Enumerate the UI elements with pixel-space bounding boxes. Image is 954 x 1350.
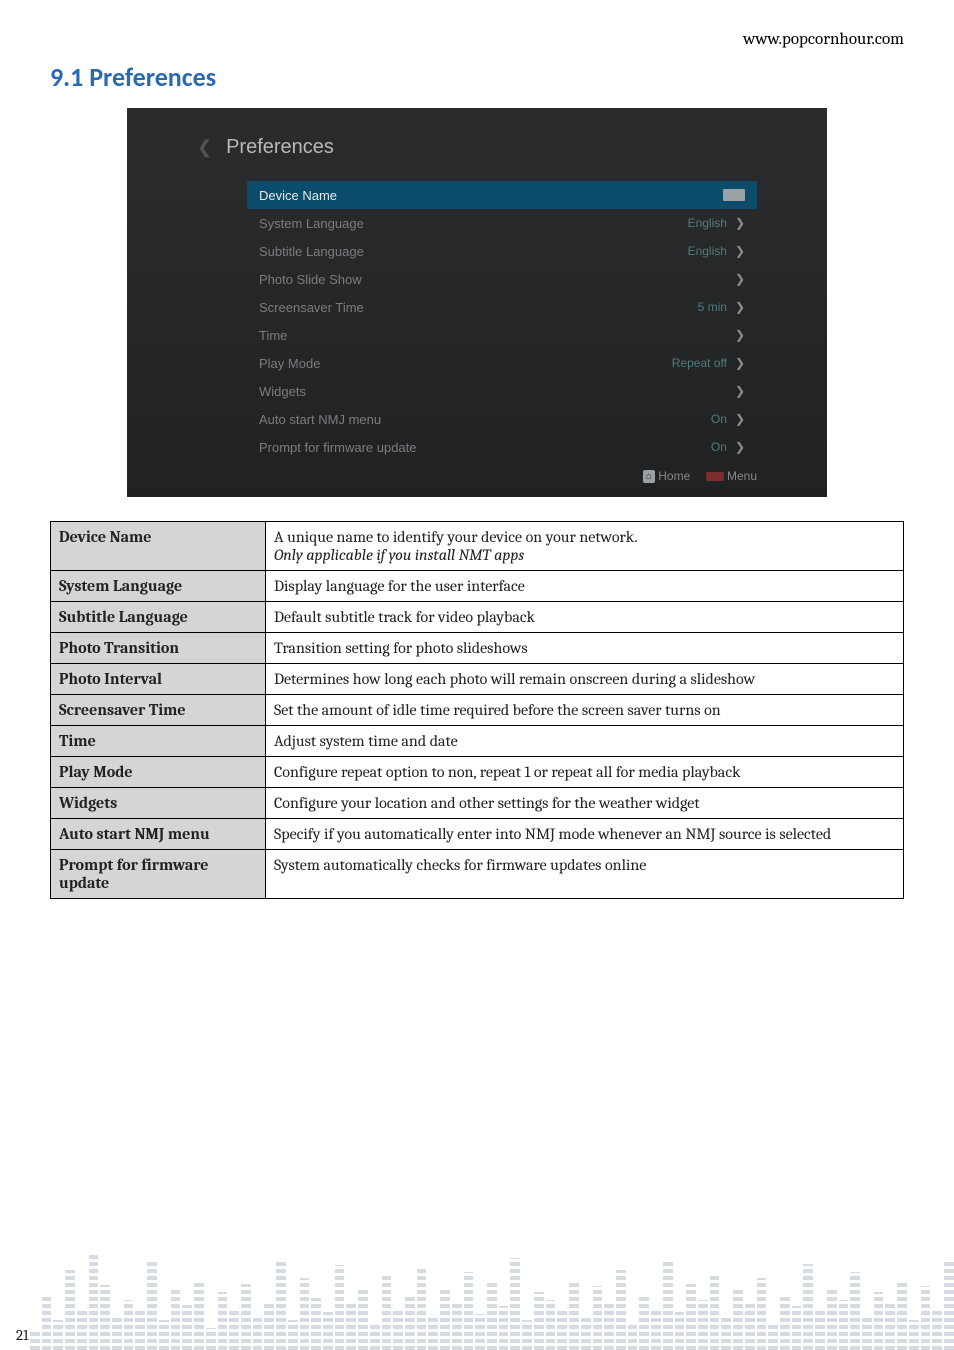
desc-cell: Specify if you automatically enter into …: [266, 819, 904, 850]
chevron-right-icon: ❯: [735, 328, 745, 342]
chevron-right-icon: ❯: [735, 244, 745, 258]
section-title: Preferences: [89, 61, 216, 93]
chevron-right-icon: ❯: [735, 440, 745, 454]
desc-cell: Configure repeat option to non, repeat 1…: [266, 757, 904, 788]
pref-value: English ❯: [688, 216, 745, 230]
desc-cell: Configure your location and other settin…: [266, 788, 904, 819]
table-row: Prompt for firmware update System automa…: [51, 850, 904, 899]
chevron-right-icon: ❯: [735, 216, 745, 230]
table-row: Device Name A unique name to identify yo…: [51, 522, 904, 571]
preferences-screenshot: ❮ Preferences Device Name System Languag…: [127, 108, 827, 497]
pref-value: 5 min ❯: [698, 300, 745, 314]
term-cell: Play Mode: [51, 757, 266, 788]
header-url: www.popcornhour.com: [50, 30, 904, 49]
pref-label: Auto start NMJ menu: [259, 412, 381, 427]
pref-value: Repeat off ❯: [672, 356, 745, 370]
screenshot-title: Preferences: [226, 136, 334, 159]
table-row: System Language Display language for the…: [51, 571, 904, 602]
back-icon[interactable]: ❮: [197, 137, 212, 158]
equalizer-bars: [30, 1230, 954, 1350]
pref-item-device-name[interactable]: Device Name: [247, 181, 757, 209]
pref-value: On ❯: [711, 440, 745, 454]
term-cell: Time: [51, 726, 266, 757]
pref-item-time[interactable]: Time ❯: [247, 321, 757, 349]
screenshot-footer: ⌂ Home Menu: [157, 461, 797, 485]
pref-label: Device Name: [259, 188, 337, 203]
table-row: Screensaver Time Set the amount of idle …: [51, 695, 904, 726]
pref-label: Subtitle Language: [259, 244, 364, 259]
pref-value: ❯: [735, 384, 745, 398]
table-row: Photo Interval Determines how long each …: [51, 664, 904, 695]
keyboard-icon: [723, 189, 745, 201]
desc-cell: Adjust system time and date: [266, 726, 904, 757]
pref-label: Screensaver Time: [259, 300, 364, 315]
pref-value: ❯: [735, 328, 745, 342]
desc-cell: Determines how long each photo will rema…: [266, 664, 904, 695]
pref-label: Photo Slide Show: [259, 272, 362, 287]
table-row: Photo Transition Transition setting for …: [51, 633, 904, 664]
table-row: Widgets Configure your location and othe…: [51, 788, 904, 819]
desc-cell: System automatically checks for firmware…: [266, 850, 904, 899]
section-number: 9.1: [50, 61, 83, 93]
chevron-right-icon: ❯: [735, 384, 745, 398]
pref-item-auto-start-nmj[interactable]: Auto start NMJ menu On ❯: [247, 405, 757, 433]
table-row: Auto start NMJ menu Specify if you autom…: [51, 819, 904, 850]
term-cell: System Language: [51, 571, 266, 602]
pref-value: [723, 189, 745, 201]
menu-icon: [706, 472, 724, 481]
term-cell: Photo Interval: [51, 664, 266, 695]
desc-cell: A unique name to identify your device on…: [266, 522, 904, 571]
term-cell: Auto start NMJ menu: [51, 819, 266, 850]
term-cell: Subtitle Language: [51, 602, 266, 633]
description-table: Device Name A unique name to identify yo…: [50, 521, 904, 899]
pref-item-photo-slide-show[interactable]: Photo Slide Show ❯: [247, 265, 757, 293]
pref-item-widgets[interactable]: Widgets ❯: [247, 377, 757, 405]
footer-home-label: Home: [658, 469, 690, 483]
table-row: Play Mode Configure repeat option to non…: [51, 757, 904, 788]
pref-label: Prompt for firmware update: [259, 440, 417, 455]
chevron-right-icon: ❯: [735, 356, 745, 370]
pref-value: On ❯: [711, 412, 745, 426]
term-cell: Photo Transition: [51, 633, 266, 664]
pref-item-prompt-firmware[interactable]: Prompt for firmware update On ❯: [247, 433, 757, 461]
chevron-right-icon: ❯: [735, 300, 745, 314]
term-cell: Screensaver Time: [51, 695, 266, 726]
pref-label: Time: [259, 328, 287, 343]
pref-item-system-language[interactable]: System Language English ❯: [247, 209, 757, 237]
desc-cell: Set the amount of idle time required bef…: [266, 695, 904, 726]
pref-label: Play Mode: [259, 356, 320, 371]
desc-cell: Transition setting for photo slideshows: [266, 633, 904, 664]
pref-label: System Language: [259, 216, 364, 231]
footer-menu-label: Menu: [727, 469, 757, 483]
term-cell: Prompt for firmware update: [51, 850, 266, 899]
page-number: 21: [16, 1326, 29, 1344]
preferences-list: Device Name System Language English ❯ Su…: [247, 181, 757, 461]
pref-item-play-mode[interactable]: Play Mode Repeat off ❯: [247, 349, 757, 377]
home-icon: ⌂: [643, 470, 655, 483]
table-row: Time Adjust system time and date: [51, 726, 904, 757]
term-cell: Device Name: [51, 522, 266, 571]
pref-value: English ❯: [688, 244, 745, 258]
footer-art: 21: [0, 1220, 954, 1350]
section-heading: 9.1 Preferences: [50, 61, 904, 93]
chevron-right-icon: ❯: [735, 412, 745, 426]
pref-item-screensaver-time[interactable]: Screensaver Time 5 min ❯: [247, 293, 757, 321]
chevron-right-icon: ❯: [735, 272, 745, 286]
pref-item-subtitle-language[interactable]: Subtitle Language English ❯: [247, 237, 757, 265]
desc-cell: Display language for the user interface: [266, 571, 904, 602]
term-cell: Widgets: [51, 788, 266, 819]
pref-value: ❯: [735, 272, 745, 286]
table-row: Subtitle Language Default subtitle track…: [51, 602, 904, 633]
pref-label: Widgets: [259, 384, 306, 399]
desc-cell: Default subtitle track for video playbac…: [266, 602, 904, 633]
